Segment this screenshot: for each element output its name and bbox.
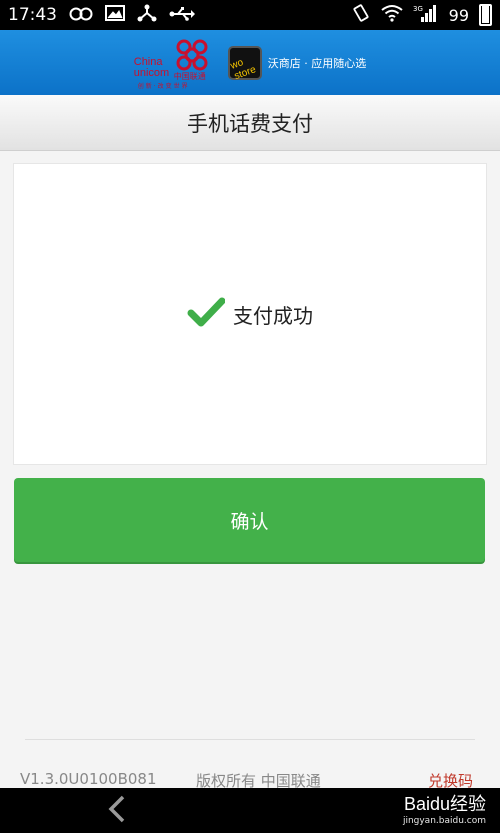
unicom-wordmark-line2: unicom bbox=[133, 66, 170, 79]
unicom-slogan: 创新·改变世界 bbox=[137, 82, 190, 90]
payment-result-card: 支付成功 bbox=[13, 163, 487, 465]
status-time: 17:43 bbox=[8, 5, 57, 25]
wostore-logo-text: wo store bbox=[228, 56, 258, 82]
battery-percentage: 99 bbox=[448, 5, 469, 25]
confirm-button[interactable]: 确认 bbox=[14, 478, 485, 562]
watermark-url: jingyan.baidu.com bbox=[402, 816, 486, 826]
carrier-banner: China unicom 中国联通 创新·改变世界 wo store 沃商店 ·… bbox=[0, 30, 500, 95]
redeem-code-link[interactable]: 兑换码 bbox=[428, 770, 473, 788]
infinity-notification-icon bbox=[69, 6, 93, 25]
payment-success-message: 支付成功 bbox=[233, 303, 313, 328]
status-bar: 17:43 3G 99 bbox=[0, 0, 500, 30]
payment-success-row: 支付成功 bbox=[187, 296, 313, 332]
baidu-watermark: Baidu经验 jingyan.baidu.com bbox=[403, 790, 486, 826]
footer: V1.3.0U0100B081 版权所有 中国联通 兑换码 bbox=[0, 768, 500, 788]
copyright-text: 版权所有 中国联通 bbox=[196, 772, 321, 788]
title-bar: 手机话费支付 bbox=[0, 95, 500, 151]
usb-icon bbox=[169, 6, 195, 25]
image-notification-icon bbox=[105, 5, 125, 25]
share-notification-icon bbox=[137, 4, 157, 26]
vibrate-icon bbox=[351, 3, 371, 27]
signal-icon: 3G bbox=[413, 3, 439, 27]
wostore-logo: wo store bbox=[227, 45, 262, 82]
network-type-label: 3G bbox=[413, 5, 423, 13]
battery-icon bbox=[479, 4, 492, 26]
back-icon[interactable] bbox=[105, 794, 129, 828]
checkmark-icon bbox=[187, 296, 226, 332]
wifi-icon bbox=[381, 4, 403, 26]
china-unicom-logo: China unicom 中国联通 创新·改变世界 bbox=[133, 37, 216, 90]
page-title: 手机话费支付 bbox=[187, 111, 313, 136]
unicom-wordmark-line1: China bbox=[133, 55, 163, 68]
unicom-knot-icon bbox=[176, 39, 208, 70]
watermark-brand: Baidu经验 bbox=[403, 794, 486, 814]
footer-divider bbox=[25, 739, 475, 740]
wostore-tagline: 沃商店 · 应用随心选 bbox=[267, 56, 367, 70]
navigation-bar: Baidu经验 jingyan.baidu.com bbox=[0, 788, 500, 833]
app-version: V1.3.0U0100B081 bbox=[20, 770, 157, 788]
